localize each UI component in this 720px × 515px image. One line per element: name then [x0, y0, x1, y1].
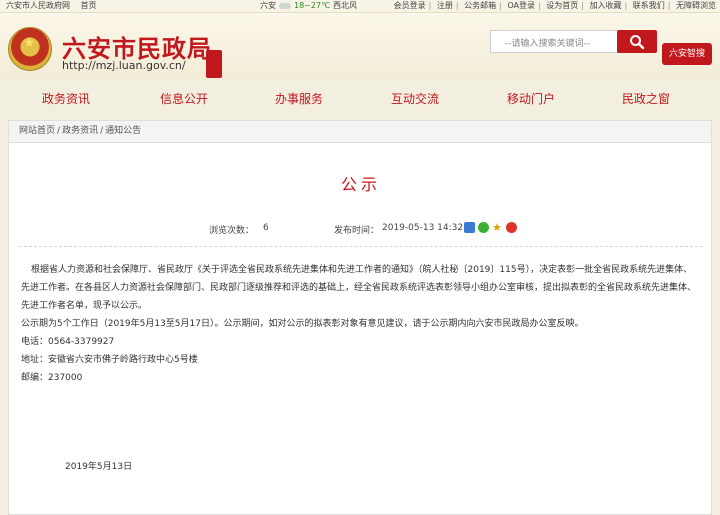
views-label: 浏览次数： — [209, 226, 255, 236]
body-paragraph-1-line-3: 先进工作者名单，现予以公示。 — [21, 301, 148, 311]
oa-login-link[interactable]: OA登录 — [507, 1, 535, 10]
search-icon — [630, 35, 645, 50]
nav-item-interaction[interactable]: 互动交流 — [391, 90, 439, 107]
contact-postcode: 邮编：237000 — [21, 373, 83, 383]
zhitou-button[interactable]: 六安智搜 — [662, 43, 712, 65]
nav-item-civil-affairs[interactable]: 民政之窗 — [622, 90, 670, 107]
publish-time: 2019-05-13 14:32 — [382, 223, 464, 233]
nav-item-news[interactable]: 政务资讯 — [42, 90, 90, 107]
site-url: http://mzj.luan.gov.cn/ — [62, 59, 186, 72]
gov-site-link[interactable]: 六安市人民政府网 — [6, 1, 70, 10]
add-favorite-link[interactable]: 加入收藏 — [590, 1, 622, 10]
signature-date: 2019年5月13日 — [65, 462, 133, 472]
share-favorite-icon[interactable]: ★ — [492, 222, 503, 233]
set-homepage-link[interactable]: 设为首页 — [546, 1, 578, 10]
contact-link[interactable]: 联系我们 — [633, 1, 665, 10]
body-paragraph-2: 公示期为5个工作日（2019年5月13至5月17日）。公示期间，如对公示的拟表彰… — [21, 319, 584, 329]
weather-widget: 六安 18~27℃ 西北风 — [260, 0, 357, 12]
top-bar: 六安市人民政府网 首页 六安 18~27℃ 西北风 会员登录 | 注册 | 公务邮箱 | … — [0, 0, 720, 13]
register-link[interactable]: 注册 — [437, 1, 453, 10]
body-paragraph-1-line-1: 根据省人力资源和社会保障厅、省民政厅《关于评选全省民政系统先进集体和先进工作者的… — [31, 265, 693, 275]
search-input[interactable]: --请输入搜索关键词-- — [490, 30, 618, 53]
cloud-icon — [279, 2, 291, 9]
member-login-link[interactable]: 会员登录 — [394, 1, 426, 10]
home-link[interactable]: 首页 — [81, 1, 97, 10]
publish-label: 发布时间： — [334, 226, 380, 236]
breadcrumb: 网站首页 / 政务资讯 / 通知公告 — [8, 120, 712, 142]
breadcrumb-notices[interactable]: 通知公告 — [105, 126, 141, 136]
national-emblem-icon: ★ — [8, 27, 52, 71]
share-qzone-icon[interactable] — [464, 222, 475, 233]
body-paragraph-1-line-2: 先进工作者。在各县区人力资源社会保障部门、民政部门逐级推荐和评选的基础上，经全省… — [21, 283, 697, 293]
breadcrumb-news[interactable]: 政务资讯 — [62, 126, 98, 136]
nav-item-mobile[interactable]: 移动门户 — [507, 90, 555, 107]
share-wechat-icon[interactable] — [478, 222, 489, 233]
share-weibo-icon[interactable] — [506, 222, 517, 233]
views-count: 6 — [263, 223, 269, 233]
site-header: ★ 六安市民政局 http://mzj.luan.gov.cn/ --请输入搜索… — [0, 13, 720, 80]
nav-item-disclosure[interactable]: 信息公开 — [160, 90, 208, 107]
weather-temp: 18~27℃ — [294, 1, 331, 10]
seal-stamp-icon — [206, 50, 222, 78]
article-panel: 公示 浏览次数： 6 发布时间： 2019-05-13 14:32 ★ 根据省人… — [8, 142, 712, 515]
article-title: 公示 — [340, 175, 381, 194]
nav-item-services[interactable]: 办事服务 — [275, 90, 323, 107]
breadcrumb-home[interactable]: 网站首页 — [19, 126, 55, 136]
weather-city: 六安 — [260, 1, 276, 10]
contact-phone: 电话：0564-3379927 — [21, 337, 115, 347]
meta-divider — [19, 246, 703, 247]
main-nav: 政务资讯 信息公开 办事服务 互动交流 移动门户 民政之窗 — [0, 80, 720, 114]
mailbox-link[interactable]: 公务邮箱 — [464, 1, 496, 10]
search-button[interactable] — [617, 30, 657, 53]
accessibility-link[interactable]: 无障碍浏览 — [676, 1, 716, 10]
weather-wind: 西北风 — [333, 1, 358, 10]
contact-address: 地址：安徽省六安市佛子岭路行政中心5号楼 — [21, 355, 198, 365]
